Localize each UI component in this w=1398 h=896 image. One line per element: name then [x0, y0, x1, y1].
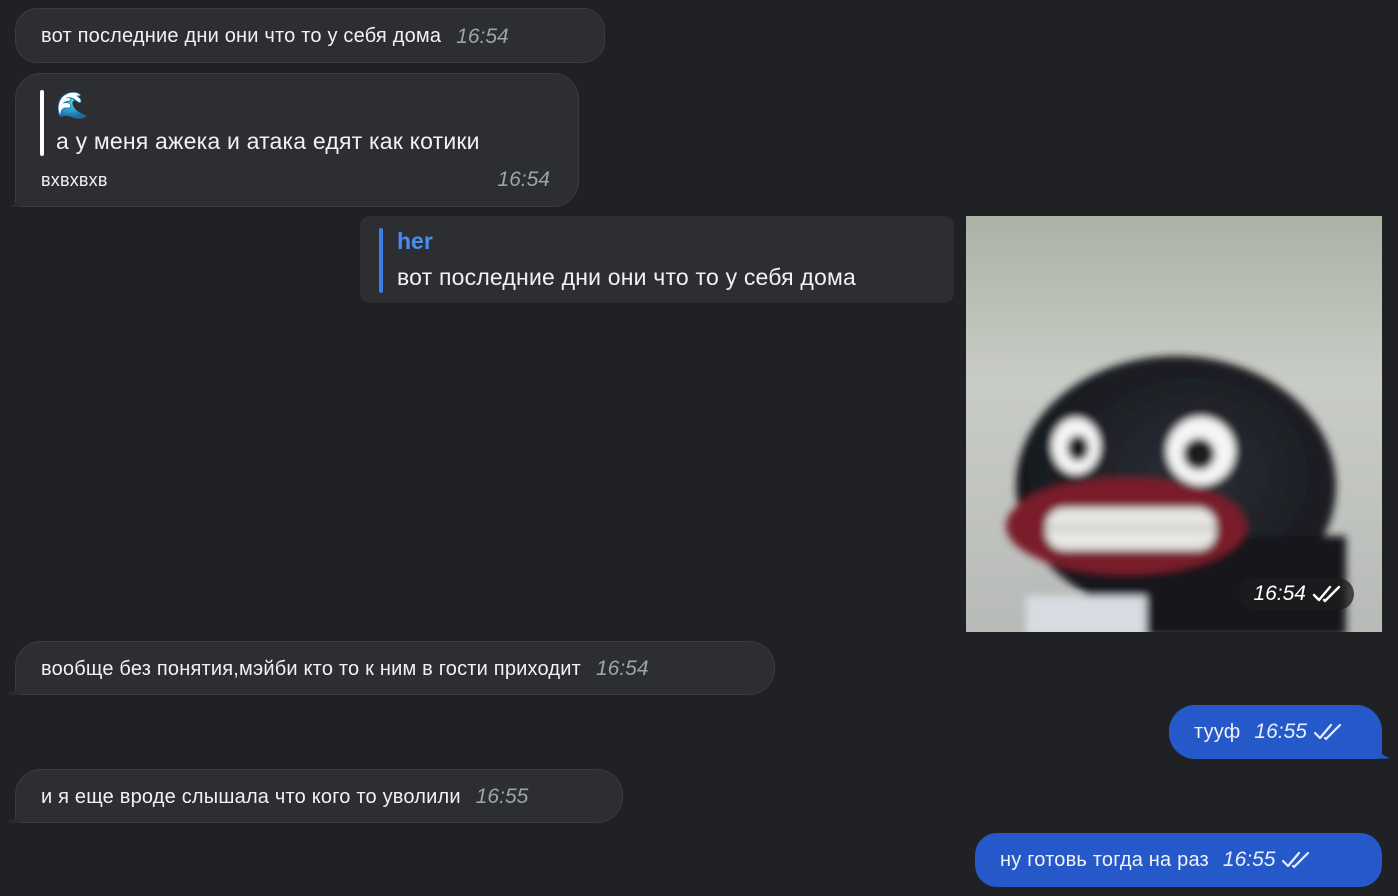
bubble-tail: [9, 189, 23, 207]
message-bubble-incoming[interactable]: 🌊 а у меня ажека и атака едят как котики…: [9, 73, 579, 207]
bubble-tail: [8, 677, 22, 695]
quote-bar: [40, 90, 44, 156]
bubble-tail: [1376, 741, 1390, 759]
message-time: 16:54: [497, 168, 550, 191]
message-time: 16:55: [1254, 720, 1307, 743]
reply-preview-bubble[interactable]: her вот последние дни они что то у себя …: [360, 216, 954, 303]
message-time: 16:54: [1253, 582, 1306, 605]
wave-emoji-icon: 🌊: [56, 90, 89, 120]
double-check-icon: [1313, 723, 1342, 741]
message-text: вхвхвхв: [41, 170, 108, 190]
message-bubble-incoming[interactable]: вот последние дни они что то у себя дома…: [15, 8, 605, 63]
message-text: вот последние дни они что то у себя дома: [41, 25, 442, 47]
message-text: ну готовь тогда на раз: [1000, 848, 1209, 871]
double-check-icon: [1312, 585, 1341, 603]
sticker-photo-image: [966, 216, 1382, 632]
reply-bar: [379, 228, 383, 293]
message-bubble-incoming[interactable]: и я еще вроде слышала что кого то уволил…: [8, 769, 623, 823]
bubble-tail: [8, 805, 22, 823]
double-check-icon: [1282, 851, 1310, 869]
reply-author-name: her: [397, 228, 433, 254]
message-bubble-outgoing[interactable]: ну готовь тогда на раз 16:55: [975, 833, 1382, 887]
message-bubble-incoming[interactable]: вообще без понятия,мэйби кто то к ним в …: [8, 641, 775, 695]
photo-message[interactable]: 16:54: [966, 216, 1382, 632]
message-time: 16:54: [456, 24, 509, 48]
message-text: вообще без понятия,мэйби кто то к ним в …: [41, 657, 581, 680]
message-text: тууф: [1194, 720, 1241, 743]
quote-text: а у меня ажека и атака едят как котики: [56, 128, 480, 154]
message-time: 16:55: [1222, 848, 1276, 871]
message-time: 16:54: [595, 657, 649, 680]
message-text: и я еще вроде слышала что кого то уволил…: [41, 785, 461, 808]
photo-time-badge: 16:54: [1239, 578, 1354, 610]
message-bubble-outgoing[interactable]: тууф 16:55: [1169, 705, 1390, 759]
reply-quoted-text: вот последние дни они что то у себя дома: [397, 264, 857, 290]
message-time: 16:55: [475, 785, 529, 808]
